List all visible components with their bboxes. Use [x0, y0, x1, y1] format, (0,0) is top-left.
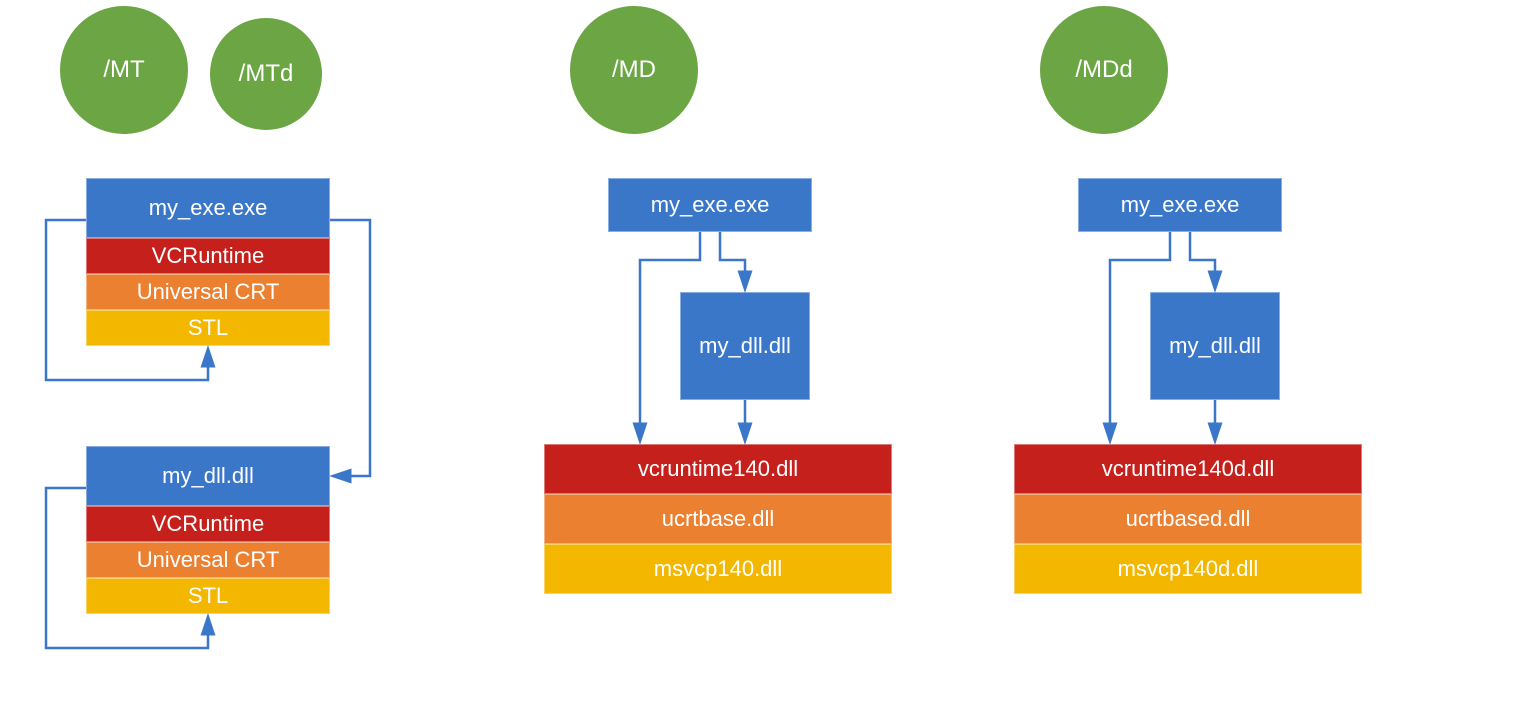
mt-exe-stl: STL — [86, 310, 330, 346]
md-exe-box: my_exe.exe — [608, 178, 812, 232]
mt-dll-ucrt: Universal CRT — [86, 542, 330, 578]
mt-dll-vcr: VCRuntime — [86, 506, 330, 542]
circle-mdd: /MDd — [1040, 6, 1168, 134]
circle-mt: /MT — [60, 6, 188, 134]
md-vcr: vcruntime140.dll — [544, 444, 892, 494]
mt-dll-stl: STL — [86, 578, 330, 614]
mdd-exe-box: my_exe.exe — [1078, 178, 1282, 232]
mdd-ucrt: ucrtbased.dll — [1014, 494, 1362, 544]
md-stl: msvcp140.dll — [544, 544, 892, 594]
mt-exe-ucrt: Universal CRT — [86, 274, 330, 310]
mt-exe-box: my_exe.exe — [86, 178, 330, 238]
md-ucrt: ucrtbase.dll — [544, 494, 892, 544]
mdd-vcr: vcruntime140d.dll — [1014, 444, 1362, 494]
circle-md: /MD — [570, 6, 698, 134]
circle-mtd: /MTd — [210, 18, 322, 130]
mt-exe-vcr: VCRuntime — [86, 238, 330, 274]
mt-dll-box: my_dll.dll — [86, 446, 330, 506]
mdd-dll-box: my_dll.dll — [1150, 292, 1280, 400]
mdd-stl: msvcp140d.dll — [1014, 544, 1362, 594]
md-dll-box: my_dll.dll — [680, 292, 810, 400]
